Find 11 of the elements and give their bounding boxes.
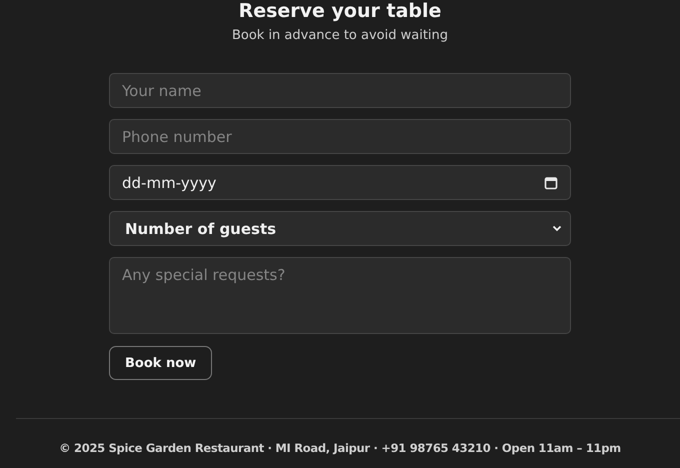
- book-button[interactable]: Book now: [109, 346, 212, 380]
- input-field[interactable]: Phone number: [109, 119, 571, 154]
- date-field[interactable]: dd-mm-yyyy: [109, 165, 571, 200]
- form-subtitle: Book in advance to avoid waiting: [232, 28, 448, 43]
- calendar-icon[interactable]: [544, 176, 558, 190]
- footer-text: © 2025 Spice Garden Restaurant · MI Road, Jaipur · +91 98765 43210 · Open 11am – 11pm: [59, 441, 621, 455]
- chevron-down-icon: [552, 225, 562, 232]
- guests-dropdown[interactable]: Number of guests: [109, 211, 571, 246]
- input-field[interactable]: Your name: [109, 73, 571, 108]
- form-title: Reserve your table: [238, 0, 442, 22]
- requests-field[interactable]: Any special requests?: [109, 257, 571, 334]
